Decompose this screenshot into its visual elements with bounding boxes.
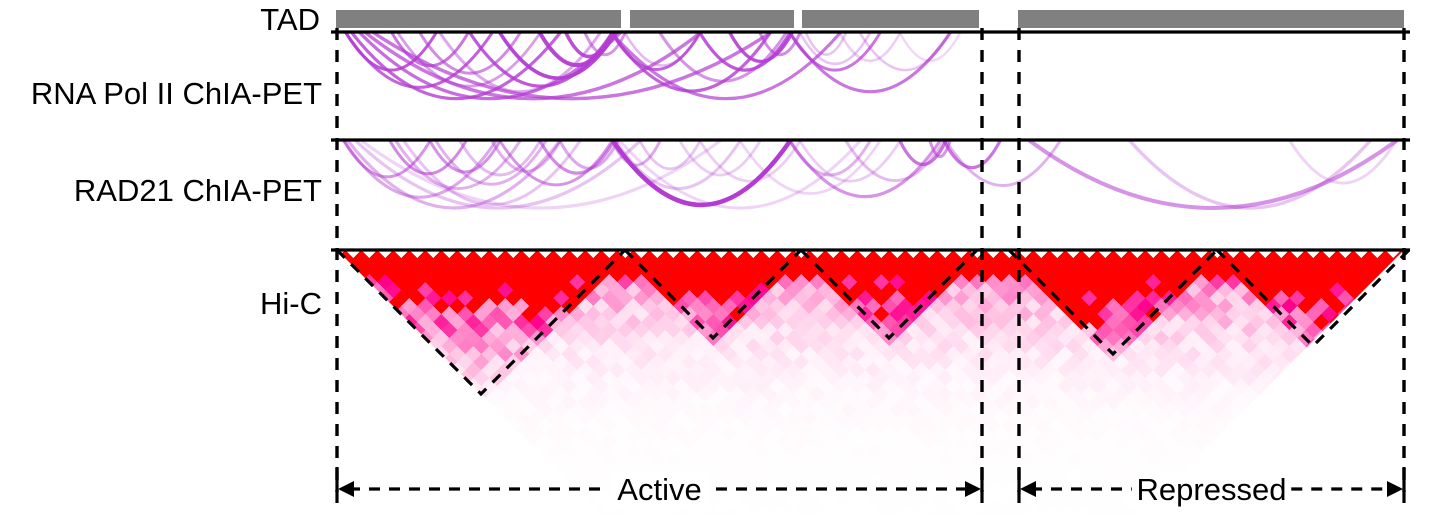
repressed-arrowhead-end xyxy=(1387,481,1403,497)
active-arrowhead-start xyxy=(338,481,354,497)
tad-segment-3 xyxy=(1018,10,1404,28)
figure-canvas: Active Repressed xyxy=(331,10,1411,514)
active-label: Active xyxy=(617,472,701,507)
chia-pet-arc xyxy=(658,31,788,83)
chia-pet-arc xyxy=(1288,139,1398,185)
chia-pet-arc xyxy=(678,139,762,177)
chia-pet-arc xyxy=(1128,139,1372,210)
chia-pet-arc xyxy=(1028,139,1398,210)
genome-browser-figure: TAD RNA Pol II ChIA-PET RAD21 ChIA-PET H… xyxy=(0,0,1440,514)
chia-pet-arc xyxy=(942,139,1002,170)
chia-pet-arc xyxy=(610,138,793,208)
chia-pet-arc xyxy=(564,31,614,59)
rna-pol-ii-arcs xyxy=(344,31,962,101)
chia-pet-arc xyxy=(858,31,952,72)
tad-segment-1 xyxy=(630,10,794,28)
chia-pet-arc xyxy=(944,139,1062,188)
tad-segment-0 xyxy=(336,10,621,28)
tad-segment-bars xyxy=(336,10,1404,28)
rad21-arcs xyxy=(342,138,1398,210)
tad-segment-2 xyxy=(802,10,979,28)
repressed-label: Repressed xyxy=(1137,472,1287,507)
